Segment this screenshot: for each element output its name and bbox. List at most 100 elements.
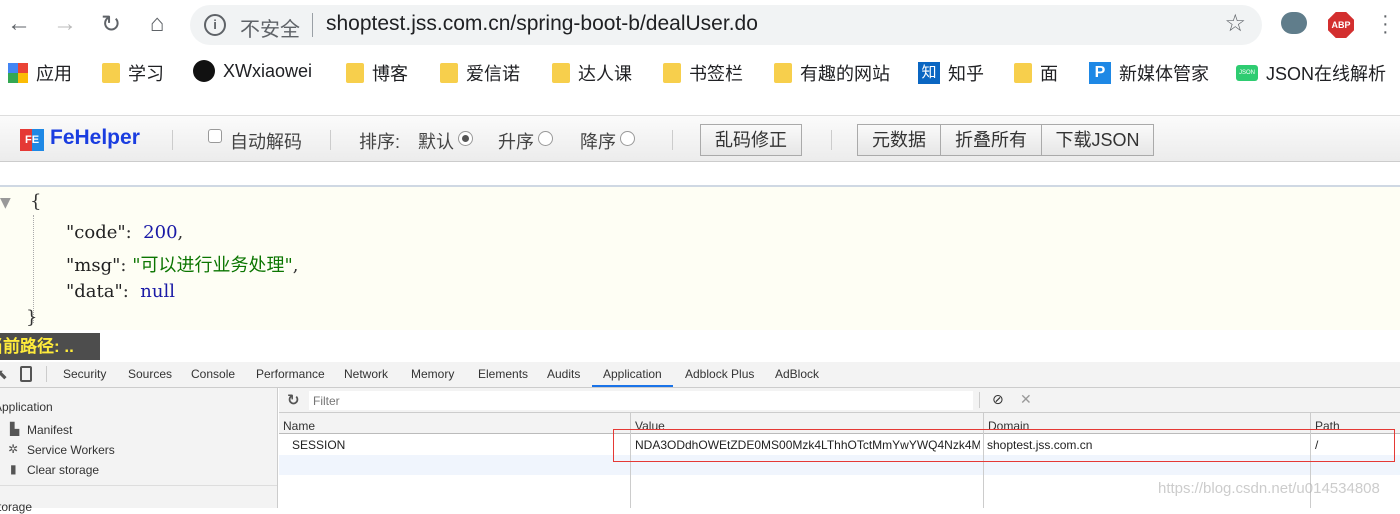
divider — [672, 130, 673, 150]
sort-asc[interactable]: 升序 — [498, 128, 553, 154]
folder-icon — [102, 63, 120, 83]
column-header-name[interactable]: Name — [279, 413, 630, 434]
trash-icon: ▮ — [10, 462, 17, 476]
divider — [330, 130, 331, 150]
clear-all-icon[interactable]: ⊘ — [992, 391, 1004, 408]
home-icon[interactable]: ⌂ — [142, 10, 172, 38]
p-icon: P — [1089, 62, 1111, 84]
sidebar-section-storage[interactable]: Storage — [0, 500, 32, 514]
bookmark-folder[interactable]: 达人课 — [552, 60, 632, 86]
current-path-text: 当前路径: .. — [0, 337, 74, 356]
application-sidebar: Application ▙ Manifest ✲ Service Workers… — [0, 388, 278, 514]
bookmark-label: 学习 — [128, 64, 164, 84]
info-icon[interactable]: i — [204, 14, 226, 36]
folder-icon — [552, 63, 570, 83]
download-json-button[interactable]: 下载JSON — [1041, 124, 1154, 156]
bookmark-folder[interactable]: 有趣的网站 — [774, 60, 890, 86]
sidebar-item-clear-storage[interactable]: Clear storage — [27, 463, 99, 477]
bookmark-label: 新媒体管家 — [1119, 64, 1209, 84]
divider — [312, 13, 313, 37]
tab-sources[interactable]: Sources — [128, 367, 172, 381]
json-comma: , — [177, 222, 184, 243]
sort-desc-radio[interactable] — [620, 131, 635, 146]
bookmark-label: JSON在线解析 — [1266, 64, 1387, 84]
tab-network[interactable]: Network — [344, 367, 388, 381]
star-icon[interactable]: ☆ — [1224, 9, 1246, 38]
gear-icon: ✲ — [8, 442, 19, 456]
cloud-extension-icon[interactable] — [1281, 12, 1307, 34]
bookmark-zhihu[interactable]: 知知乎 — [918, 60, 984, 86]
tab-application[interactable]: Application — [592, 367, 673, 387]
url-text[interactable]: shoptest.jss.com.cn/spring-boot-b/dealUs… — [326, 12, 758, 36]
json-line: "msg": "可以进行业务处理", — [66, 255, 299, 276]
folder-icon — [774, 63, 792, 83]
security-label: 不安全 — [240, 19, 300, 41]
bookmark-folder[interactable]: 书签栏 — [663, 60, 743, 86]
json-key: "data" — [66, 281, 123, 302]
folder-icon — [440, 63, 458, 83]
metadata-button[interactable]: 元数据 — [857, 124, 941, 156]
json-viewer: ▼ { "code": 200, "msg": "可以进行业务处理", "dat… — [0, 185, 1400, 330]
json-close-brace: } — [26, 307, 38, 328]
json-line: "data": null — [66, 281, 175, 302]
collapse-all-button[interactable]: 折叠所有 — [940, 124, 1042, 156]
delete-selected-icon[interactable]: ✕ — [1020, 391, 1032, 408]
bookmark-folder[interactable]: 面 — [1014, 60, 1058, 86]
inspect-element-icon[interactable]: ⬉ — [0, 366, 8, 383]
sort-label: 排序: — [359, 132, 401, 152]
bookmark-label: 有趣的网站 — [800, 64, 890, 84]
auto-decode-label: 自动解码 — [230, 132, 302, 152]
bookmark-label: 知乎 — [948, 64, 984, 84]
fehelper-logo: FeHelper — [50, 126, 140, 149]
bookmark-json[interactable]: JSON JSON在线解析 — [1236, 60, 1386, 86]
back-arrow-icon[interactable]: ← — [4, 10, 34, 38]
json-line: "code": 200, — [66, 222, 184, 243]
bookmark-label: 达人课 — [578, 64, 632, 84]
filter-input[interactable] — [309, 391, 973, 410]
bookmark-github[interactable]: XWxiaowei — [193, 60, 312, 82]
sort-desc[interactable]: 降序 — [580, 128, 635, 154]
folder-icon — [346, 63, 364, 83]
sidebar-item-service-workers[interactable]: Service Workers — [27, 443, 115, 457]
json-key: "msg" — [66, 255, 121, 276]
tab-elements[interactable]: Elements — [478, 367, 528, 381]
sort-asc-radio[interactable] — [538, 131, 553, 146]
bookmark-folder[interactable]: 博客 — [346, 60, 408, 86]
tab-security[interactable]: Security — [63, 367, 106, 381]
bookmark-folder[interactable]: 学习 — [102, 60, 164, 86]
sidebar-item-manifest[interactable]: Manifest — [27, 423, 72, 437]
collapse-triangle-icon[interactable]: ▼ — [0, 195, 11, 211]
sort-default-radio[interactable] — [458, 131, 473, 146]
watermark: https://blog.csdn.net/u014534808 — [1158, 480, 1380, 497]
abp-icon[interactable]: ABP — [1328, 12, 1354, 38]
json-open-brace: { — [30, 191, 42, 212]
bookmark-label: 爱信诺 — [466, 64, 520, 84]
divider — [979, 392, 980, 408]
json-key: "code" — [66, 222, 126, 243]
menu-icon[interactable]: · · · — [1382, 6, 1389, 42]
divider — [831, 130, 832, 150]
tab-adblock-plus[interactable]: Adblock Plus — [685, 367, 754, 381]
forward-arrow-icon[interactable]: → — [50, 10, 80, 38]
tab-adblock[interactable]: AdBlock — [775, 367, 819, 381]
tab-console[interactable]: Console — [191, 367, 235, 381]
fix-garbled-button[interactable]: 乱码修正 — [700, 124, 802, 156]
sort-default[interactable]: 默认 — [418, 128, 473, 154]
reload-icon[interactable]: ↻ — [96, 10, 126, 39]
refresh-icon[interactable]: ↻ — [287, 391, 300, 409]
json-value: 200 — [143, 222, 178, 243]
devtools-tabbar: ⬉ Security Sources Console Performance N… — [0, 362, 1400, 388]
sidebar-section-application[interactable]: Application — [0, 400, 53, 414]
tab-memory[interactable]: Memory — [411, 367, 454, 381]
bookmark-folder[interactable]: 爱信诺 — [440, 60, 520, 86]
tab-audits[interactable]: Audits — [547, 367, 580, 381]
device-toggle-icon[interactable] — [20, 366, 32, 382]
auto-decode-checkbox[interactable] — [208, 129, 222, 143]
highlight-box — [613, 429, 1395, 462]
bookmark-xinmeiti[interactable]: P 新媒体管家 — [1089, 60, 1209, 86]
sort-option-label: 默认 — [418, 132, 454, 152]
divider — [172, 130, 173, 150]
tab-performance[interactable]: Performance — [256, 367, 325, 381]
address-bar[interactable]: i 不安全 shoptest.jss.com.cn/spring-boot-b/… — [190, 5, 1262, 45]
bookmark-apps[interactable]: 应用 — [8, 60, 72, 86]
